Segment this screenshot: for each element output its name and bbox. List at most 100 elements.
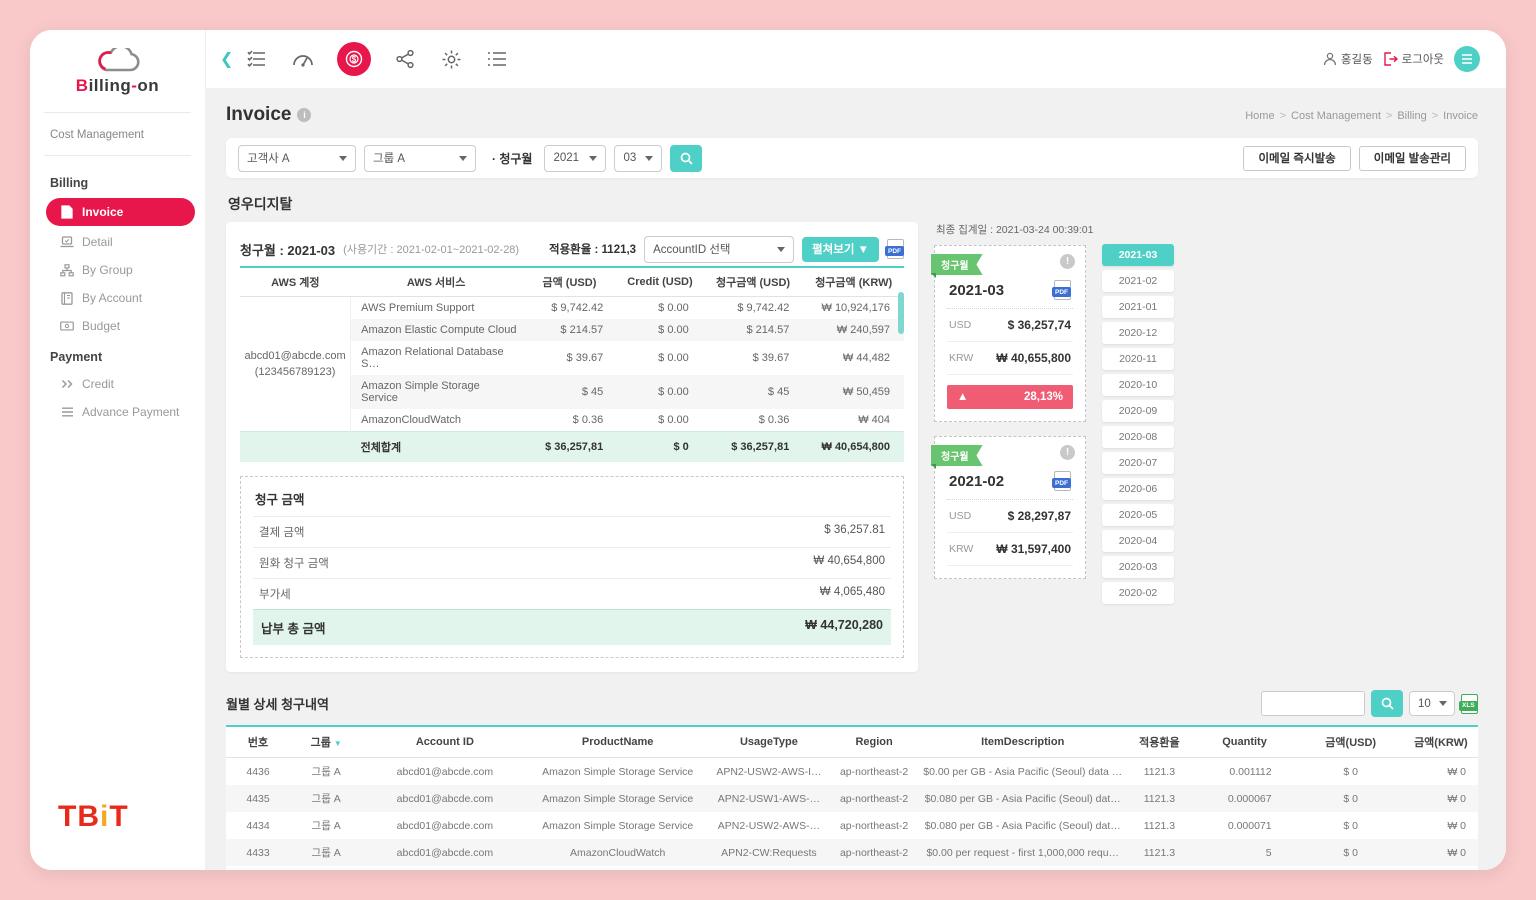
gear-icon[interactable] bbox=[439, 47, 463, 71]
sidebar-item-budget[interactable]: Budget bbox=[30, 312, 205, 340]
info-icon[interactable]: i bbox=[297, 108, 311, 122]
month-button-2020-02[interactable]: 2020-02 bbox=[1102, 582, 1174, 604]
column-header[interactable]: Account ID bbox=[362, 726, 527, 758]
chevrons-icon bbox=[60, 377, 74, 391]
billing-row-value: ₩ 40,654,800 bbox=[813, 555, 885, 571]
credit-usd: $ 0.00 bbox=[617, 409, 703, 432]
month-button-2020-11[interactable]: 2020-11 bbox=[1102, 348, 1174, 370]
column-header[interactable]: UsageType bbox=[708, 726, 830, 758]
list-icon[interactable] bbox=[485, 47, 509, 71]
billing-total-row: 납부 총 금액 ₩ 44,720,280 bbox=[253, 609, 891, 645]
card-month: 2021-02 bbox=[949, 473, 1004, 490]
column-header[interactable]: 번호 bbox=[226, 726, 290, 758]
month-button-2020-03[interactable]: 2020-03 bbox=[1102, 556, 1174, 578]
total-value: $ 36,257,81 bbox=[703, 432, 804, 463]
month-button-2020-10[interactable]: 2020-10 bbox=[1102, 374, 1174, 396]
email-manage-button[interactable]: 이메일 발송관리 bbox=[1359, 146, 1466, 171]
sidebar-item-credit[interactable]: Credit bbox=[30, 370, 205, 398]
account-email: abcd01@abcde.com bbox=[244, 348, 346, 365]
breadcrumb-item[interactable]: Billing bbox=[1397, 110, 1426, 122]
service-name: Amazon Simple Storage Service bbox=[351, 375, 522, 409]
pdf-download-icon[interactable]: PDF bbox=[1054, 280, 1071, 300]
month-button-2020-08[interactable]: 2020-08 bbox=[1102, 426, 1174, 448]
breadcrumb-separator: > bbox=[1386, 110, 1392, 122]
email-send-now-button[interactable]: 이메일 즉시발송 bbox=[1243, 146, 1350, 171]
month-button-2020-04[interactable]: 2020-04 bbox=[1102, 530, 1174, 552]
billing-amount-row: 원화 청구 금액₩ 40,654,800 bbox=[253, 547, 891, 578]
billed-usd: $ 214.57 bbox=[703, 319, 804, 341]
billing-row-value: ₩ 4,065,480 bbox=[820, 586, 885, 602]
column-header[interactable]: Region bbox=[830, 726, 918, 758]
topbar: ❮ $ bbox=[206, 30, 1506, 88]
month-button-2020-07[interactable]: 2020-07 bbox=[1102, 452, 1174, 474]
collapse-sidebar-icon[interactable]: ❮ bbox=[220, 49, 233, 69]
column-header[interactable]: 금액(USD) bbox=[1298, 726, 1404, 758]
cell: $ 0 bbox=[1298, 785, 1404, 812]
pdf-download-icon[interactable]: PDF bbox=[887, 239, 904, 259]
breadcrumb-item[interactable]: Cost Management bbox=[1291, 110, 1381, 122]
billing-target-icon[interactable]: $ bbox=[337, 42, 371, 76]
logo-text: Billing-on bbox=[30, 76, 205, 96]
scrollbar-thumb[interactable] bbox=[898, 292, 904, 334]
month-button-2020-09[interactable]: 2020-09 bbox=[1102, 400, 1174, 422]
search-button[interactable] bbox=[670, 145, 702, 172]
share-icon[interactable] bbox=[393, 47, 417, 71]
month-button-2020-05[interactable]: 2020-05 bbox=[1102, 504, 1174, 526]
info-icon[interactable]: ! bbox=[1060, 445, 1075, 460]
cell: APN2-USW2-AWS-… bbox=[708, 812, 830, 839]
column-header[interactable]: 그룹▼ bbox=[290, 726, 362, 758]
group-select[interactable]: 그룹 A bbox=[364, 145, 476, 172]
sidebar-item-by-account[interactable]: By Account bbox=[30, 284, 205, 312]
column-header[interactable]: 적용환율 bbox=[1127, 726, 1191, 758]
breadcrumb-item[interactable]: Invoice bbox=[1443, 110, 1478, 122]
month-button-2021-01[interactable]: 2021-01 bbox=[1102, 296, 1174, 318]
billing-month-label: · 청구월 bbox=[492, 150, 532, 167]
month-select[interactable]: 03 bbox=[614, 145, 662, 172]
month-button-2021-03[interactable]: 2021-03 bbox=[1102, 244, 1174, 266]
expand-button[interactable]: 펼쳐보기 ▼ bbox=[802, 237, 879, 262]
customer-select[interactable]: 고객사 A bbox=[238, 145, 356, 172]
detail-search-button[interactable] bbox=[1371, 690, 1403, 717]
billed-krw: ₩ 44,482 bbox=[803, 341, 904, 375]
year-select[interactable]: 2021 bbox=[544, 145, 606, 172]
gauge-icon[interactable] bbox=[291, 47, 315, 71]
menu-circle-icon[interactable] bbox=[1454, 46, 1480, 72]
cell: AmazonCloudWatch bbox=[528, 839, 708, 866]
detail-table-title: 월별 상세 청구내역 bbox=[226, 694, 329, 713]
ribbon-fold bbox=[931, 464, 936, 469]
month-button-2020-12[interactable]: 2020-12 bbox=[1102, 322, 1174, 344]
sidebar-item-invoice[interactable]: Invoice bbox=[46, 198, 195, 226]
cell: ₩ 0 bbox=[1404, 866, 1478, 870]
cell: 4433 bbox=[226, 839, 290, 866]
brand-logo[interactable]: Billing-on bbox=[30, 30, 205, 106]
month-button-2021-02[interactable]: 2021-02 bbox=[1102, 270, 1174, 292]
page-size-select[interactable]: 10 bbox=[1409, 691, 1455, 716]
logout-button[interactable]: 로그아웃 bbox=[1383, 51, 1444, 67]
list-check-icon[interactable] bbox=[245, 47, 269, 71]
table-row: 4432그룹 Aabcd01@abcde.comAmazonCloudWatch… bbox=[226, 866, 1478, 870]
sidebar-item-detail[interactable]: Detail bbox=[30, 228, 205, 256]
usd-amount-row: USD $ 36,257,74 bbox=[947, 309, 1073, 342]
info-icon[interactable]: ! bbox=[1060, 254, 1075, 269]
pdf-download-icon[interactable]: PDF bbox=[1054, 471, 1071, 491]
cell: 4435 bbox=[226, 785, 290, 812]
sidebar-section-title: Cost Management bbox=[30, 119, 205, 149]
accountid-select[interactable]: AccountID 선택 bbox=[644, 236, 794, 263]
column-header[interactable]: 금액(KRW) bbox=[1404, 726, 1478, 758]
cell: Amazon Simple Storage Service bbox=[528, 812, 708, 839]
chevron-down-icon bbox=[339, 156, 347, 161]
user-menu[interactable]: 홍길동 bbox=[1323, 51, 1373, 67]
xls-download-icon[interactable]: XLS bbox=[1461, 694, 1478, 714]
detail-search-input[interactable] bbox=[1261, 691, 1365, 716]
sidebar-item-advance-payment[interactable]: Advance Payment bbox=[30, 398, 205, 426]
sidebar-item-by-group[interactable]: By Group bbox=[30, 256, 205, 284]
month-button-2020-06[interactable]: 2020-06 bbox=[1102, 478, 1174, 500]
cell: 1121.3 bbox=[1127, 866, 1191, 870]
breadcrumb-item[interactable]: Home bbox=[1245, 110, 1274, 122]
cell: $ 0 bbox=[1298, 839, 1404, 866]
column-header[interactable]: Quantity bbox=[1191, 726, 1297, 758]
detail-header-row: 번호그룹▼Account IDProductNameUsageTypeRegio… bbox=[226, 726, 1478, 758]
column-header[interactable]: ProductName bbox=[528, 726, 708, 758]
cell: APN2-USW2-AWS-I… bbox=[708, 758, 830, 786]
column-header[interactable]: ItemDescription bbox=[918, 726, 1127, 758]
